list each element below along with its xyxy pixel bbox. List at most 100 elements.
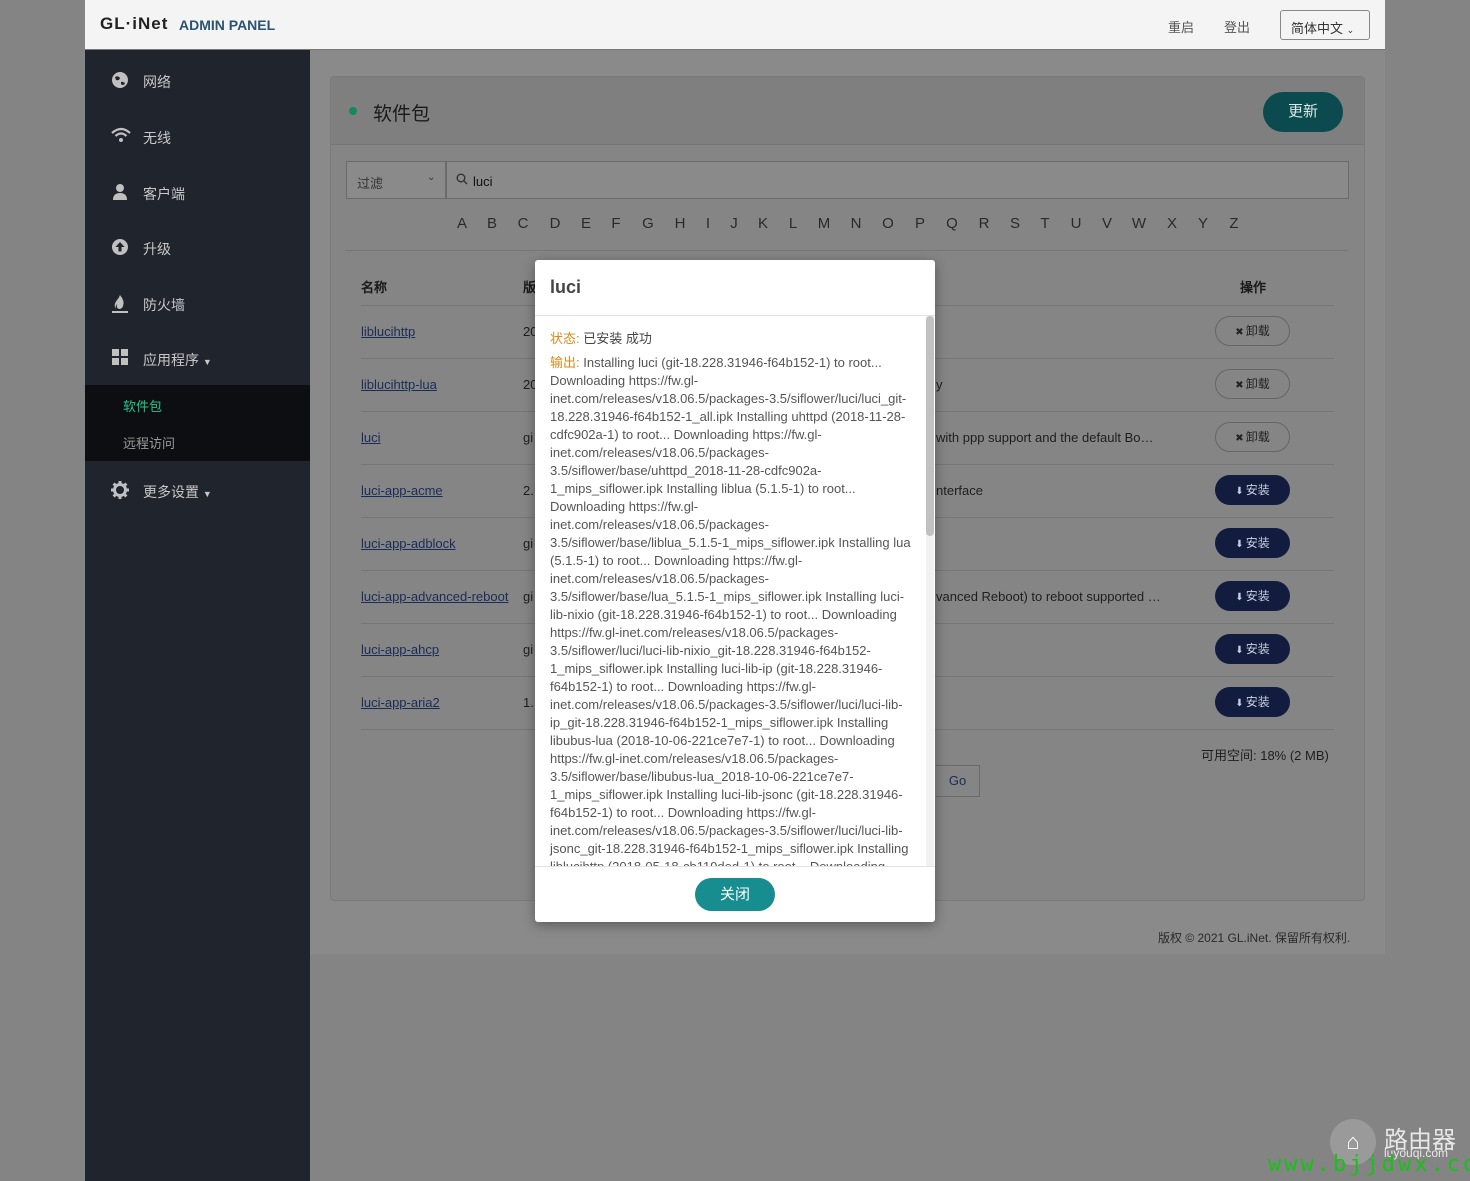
sidebar-item-network[interactable]: 网络 <box>85 60 310 100</box>
download-icon: ⬇ <box>1235 486 1244 497</box>
footer-copyright: 版权 © 2021 GL.iNet. 保留所有权利. <box>1158 931 1351 945</box>
alphabet-letter-a[interactable]: A <box>450 215 474 232</box>
dialog-log: 状态: 已安装 成功 输出: Installing luci (git-18.2… <box>550 330 912 866</box>
dialog-scrollbar[interactable] <box>926 316 934 866</box>
dialog-body[interactable]: 状态: 已安装 成功 输出: Installing luci (git-18.2… <box>535 316 935 866</box>
sidebar-item-label: 客户端 <box>143 186 185 202</box>
install-button[interactable]: ⬇ 安装 <box>1215 687 1290 717</box>
filter-label: 过滤 <box>357 176 384 191</box>
alphabet-letter-t[interactable]: T <box>1033 215 1057 232</box>
alphabet-letter-u[interactable]: U <box>1064 215 1088 232</box>
sidebar-item-more-settings[interactable]: 更多设置 ▼ <box>85 470 310 510</box>
update-button[interactable]: 更新 <box>1263 92 1343 132</box>
column-header-name: 名称 <box>361 280 388 295</box>
alphabet-letter-r[interactable]: R <box>972 215 996 232</box>
alphabet-letter-b[interactable]: B <box>480 215 504 232</box>
package-name-link[interactable]: liblucihttp-lua <box>361 377 437 392</box>
sidebar-item-upgrade[interactable]: 升级 <box>85 227 310 267</box>
caret-down-icon: ▼ <box>202 357 212 367</box>
go-button[interactable]: Go <box>936 765 980 797</box>
alphabet-letter-e[interactable]: E <box>574 215 598 232</box>
package-name-link[interactable]: liblucihttp <box>361 324 415 339</box>
uninstall-button[interactable]: ✖ 卸载 <box>1215 316 1290 346</box>
alphabet-letter-q[interactable]: Q <box>940 215 964 232</box>
sidebar-item-applications[interactable]: 应用程序 ▼ <box>85 338 310 378</box>
scrollbar-thumb[interactable] <box>926 316 934 536</box>
divider <box>535 866 935 867</box>
alphabet-letter-k[interactable]: K <box>751 215 775 232</box>
sidebar-item-label: 应用程序 ▼ <box>143 350 212 370</box>
filter-select[interactable]: 过滤 ⌄ <box>346 161 446 199</box>
panel-header: 软件包 更新 <box>331 77 1364 145</box>
download-icon: ⬇ <box>1235 592 1244 603</box>
sidebar-item-label-text: 应用程序 <box>143 352 199 368</box>
output-text: Installing luci (git-18.228.31946-f64b15… <box>550 355 911 866</box>
package-name-link[interactable]: luci <box>361 430 381 445</box>
upload-icon <box>111 238 129 256</box>
page-title: 软件包 <box>373 104 431 125</box>
alphabet-letter-n[interactable]: N <box>844 215 868 232</box>
install-button[interactable]: ⬇ 安装 <box>1215 634 1290 664</box>
sidebar-subitem-packages[interactable]: 软件包 <box>123 396 162 415</box>
close-button[interactable]: 关闭 <box>695 878 775 911</box>
alphabet-letter-x[interactable]: X <box>1160 215 1184 232</box>
uninstall-button[interactable]: ✖ 卸载 <box>1215 369 1290 399</box>
alphabet-letter-z[interactable]: Z <box>1222 215 1246 232</box>
alphabet-letter-o[interactable]: O <box>876 215 900 232</box>
sidebar-item-wireless[interactable]: 无线 <box>85 116 310 156</box>
sidebar-item-firewall[interactable]: 防火墙 <box>85 283 310 323</box>
output-line: 输出: Installing luci (git-18.228.31946-f6… <box>550 354 912 866</box>
language-select[interactable]: 简体中文 ⌄ <box>1280 10 1370 40</box>
globe-icon <box>111 71 129 89</box>
chevron-down-icon: ⌄ <box>1346 25 1355 35</box>
column-header-action: 操作 <box>1240 280 1267 295</box>
alphabet-letter-d[interactable]: D <box>543 215 567 232</box>
caret-down-icon: ▼ <box>202 489 212 499</box>
free-space-text: 可用空间: 18% (2 MB) <box>1201 748 1329 763</box>
sidebar-item-label-text: 更多设置 <box>143 484 199 500</box>
sidebar-item-label: 更多设置 ▼ <box>143 482 212 502</box>
search-icon <box>456 173 468 188</box>
alphabet-letter-m[interactable]: M <box>812 215 836 232</box>
alphabet-letter-j[interactable]: J <box>722 215 746 232</box>
package-name-link[interactable]: luci-app-aria2 <box>361 695 440 710</box>
alphabet-letter-p[interactable]: P <box>908 215 932 232</box>
package-name-link[interactable]: luci-app-ahcp <box>361 642 439 657</box>
package-name-link[interactable]: luci-app-advanced-reboot <box>361 589 508 604</box>
sidebar-item-label: 无线 <box>143 130 171 146</box>
alphabet-letter-f[interactable]: F <box>604 215 628 232</box>
install-button[interactable]: ⬇ 安装 <box>1215 581 1290 611</box>
button-label: 安装 <box>1245 642 1270 656</box>
package-version: gi <box>523 430 534 445</box>
sidebar-item-label: 防火墙 <box>143 297 185 313</box>
install-button[interactable]: ⬇ 安装 <box>1215 475 1290 505</box>
alphabet-letter-s[interactable]: S <box>1003 215 1027 232</box>
search-input[interactable] <box>473 172 1333 190</box>
package-name-link[interactable]: luci-app-acme <box>361 483 443 498</box>
alphabet-letter-i[interactable]: I <box>696 215 720 232</box>
output-label: 输出: <box>550 355 580 370</box>
alphabet-letter-y[interactable]: Y <box>1191 215 1215 232</box>
gear-icon <box>111 481 129 499</box>
sidebar-subitem-remote-access[interactable]: 远程访问 <box>123 433 175 452</box>
uninstall-button[interactable]: ✖ 卸载 <box>1215 422 1290 452</box>
button-label: 安装 <box>1245 695 1270 709</box>
reboot-link[interactable]: 重启 <box>1168 17 1194 36</box>
sidebar-item-clients[interactable]: 客户端 <box>85 172 310 212</box>
close-icon: ✖ <box>1235 380 1244 391</box>
install-button[interactable]: ⬇ 安装 <box>1215 528 1290 558</box>
alphabet-letter-v[interactable]: V <box>1095 215 1119 232</box>
sidebar-item-label: 升级 <box>143 241 171 257</box>
status-value: 已安装 成功 <box>583 331 652 346</box>
alphabet-letter-h[interactable]: H <box>668 215 692 232</box>
alphabet-letter-w[interactable]: W <box>1127 215 1151 232</box>
download-icon: ⬇ <box>1235 645 1244 656</box>
button-label: 安装 <box>1245 589 1270 603</box>
package-description: y <box>936 377 943 392</box>
alphabet-letter-l[interactable]: L <box>781 215 805 232</box>
package-name-link[interactable]: luci-app-adblock <box>361 536 456 551</box>
alphabet-letter-c[interactable]: C <box>511 215 535 232</box>
brand-logo[interactable]: GL·iNet <box>100 14 168 34</box>
logout-link[interactable]: 登出 <box>1224 17 1250 36</box>
alphabet-letter-g[interactable]: G <box>636 215 660 232</box>
